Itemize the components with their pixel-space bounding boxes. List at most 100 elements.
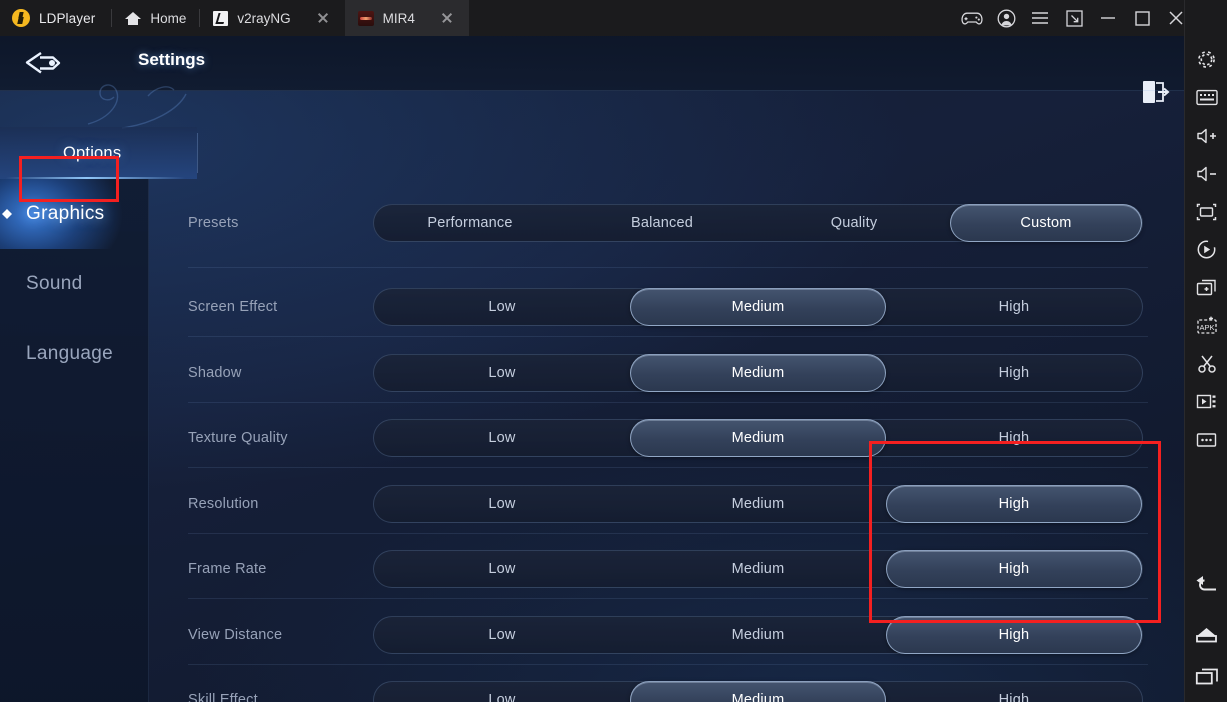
setting-row-screen-effect: Screen Effect Low Medium High	[149, 279, 1184, 335]
sidebar-item-graphics[interactable]: Graphics	[0, 179, 148, 249]
option-presets-performance[interactable]: Performance	[374, 205, 566, 241]
option-label: High	[998, 692, 1030, 702]
rotate-icon[interactable]	[1185, 228, 1227, 271]
svg-text:APK: APK	[1199, 323, 1214, 332]
segmented-control-frame-rate: Low Medium High	[373, 550, 1143, 588]
option-skill-effect-high[interactable]: High	[886, 682, 1142, 702]
home-icon	[125, 10, 142, 26]
option-resolution-high[interactable]: High	[885, 485, 1142, 523]
option-label: High	[998, 365, 1030, 381]
recents-icon[interactable]	[1185, 655, 1227, 698]
maximize-icon[interactable]	[1125, 0, 1159, 36]
resize-icon[interactable]	[1057, 0, 1091, 36]
option-view-distance-high[interactable]: High	[885, 616, 1142, 654]
segmented-control-presets: Performance Balanced Quality Custom	[373, 204, 1143, 242]
tab-home[interactable]: Home	[112, 0, 199, 36]
segmented-control-view-distance: Low Medium High	[373, 616, 1143, 654]
mir4-settings-logo-icon	[20, 47, 68, 79]
option-label: Medium	[731, 561, 785, 577]
option-presets-quality[interactable]: Quality	[758, 205, 950, 241]
option-label: Low	[488, 561, 516, 577]
graphics-settings-panel: Presets Performance Balanced Quality Cus…	[149, 179, 1184, 702]
row-separator	[188, 336, 1148, 337]
option-shadow-high[interactable]: High	[886, 355, 1142, 391]
setting-row-frame-rate: Frame Rate Low Medium High	[149, 541, 1184, 597]
setting-row-shadow: Shadow Low Medium High	[149, 345, 1184, 401]
option-label: High	[998, 627, 1030, 643]
tab-mir4-label: MIR4	[382, 10, 415, 26]
row-separator	[188, 598, 1148, 599]
tab-options-label: Options	[63, 143, 122, 162]
setting-row-presets: Presets Performance Balanced Quality Cus…	[149, 195, 1184, 251]
volume-down-icon[interactable]	[1185, 152, 1227, 195]
option-resolution-low[interactable]: Low	[374, 486, 630, 522]
option-label: Medium	[731, 430, 785, 446]
volume-up-icon[interactable]	[1185, 114, 1227, 157]
title-bar: LDPlayer Home v2rayNG MIR4	[0, 0, 1227, 36]
minimize-icon[interactable]	[1091, 0, 1125, 36]
ldplayer-logo-icon	[12, 9, 30, 27]
setting-label-presets: Presets	[188, 215, 239, 231]
setting-label-view-distance: View Distance	[188, 627, 283, 643]
setting-label-frame-rate: Frame Rate	[188, 561, 267, 577]
option-frame-rate-low[interactable]: Low	[374, 551, 630, 587]
tab-home-label: Home	[150, 10, 187, 26]
option-presets-custom[interactable]: Custom	[950, 204, 1142, 242]
option-view-distance-low[interactable]: Low	[374, 617, 630, 653]
sidebar-item-language[interactable]: Language	[0, 319, 148, 389]
option-texture-quality-medium[interactable]: Medium	[629, 419, 886, 457]
option-frame-rate-high[interactable]: High	[885, 550, 1142, 588]
option-label: Low	[488, 627, 516, 643]
setting-row-view-distance: View Distance Low Medium High	[149, 607, 1184, 663]
row-separator	[188, 267, 1148, 268]
setting-label-screen-effect: Screen Effect	[188, 299, 278, 315]
menu-icon[interactable]	[1023, 0, 1057, 36]
back-icon[interactable]	[1185, 562, 1227, 605]
tab-v2rayng[interactable]: v2rayNG	[200, 0, 344, 36]
install-apk-icon[interactable]: APK	[1185, 304, 1227, 347]
home-nav-icon[interactable]	[1185, 613, 1227, 656]
sidebar-item-sound[interactable]: Sound	[0, 249, 148, 319]
option-texture-quality-high[interactable]: High	[886, 420, 1142, 456]
option-skill-effect-medium[interactable]: Medium	[629, 681, 886, 702]
setting-row-texture-quality: Texture Quality Low Medium High	[149, 410, 1184, 466]
exit-door-icon[interactable]	[1140, 78, 1174, 110]
account-icon[interactable]	[989, 0, 1023, 36]
option-presets-balanced[interactable]: Balanced	[566, 205, 758, 241]
option-label: High	[998, 496, 1030, 512]
keyboard-icon[interactable]	[1185, 76, 1227, 119]
tab-mir4-close-icon[interactable]	[438, 9, 456, 27]
add-window-icon[interactable]	[1185, 266, 1227, 309]
gamepad-icon[interactable]	[955, 0, 989, 36]
sidebar-item-graphics-label: Graphics	[26, 203, 105, 224]
tabstrip-divider	[197, 133, 198, 173]
settings-header: Settings	[0, 36, 1184, 129]
option-skill-effect-low[interactable]: Low	[374, 682, 630, 702]
option-shadow-low[interactable]: Low	[374, 355, 630, 391]
tab-mir4[interactable]: MIR4	[344, 0, 469, 36]
option-view-distance-medium[interactable]: Medium	[630, 617, 886, 653]
scissors-icon[interactable]	[1185, 342, 1227, 385]
fullscreen-icon[interactable]	[1185, 190, 1227, 233]
setting-row-skill-effect: Skill Effect Low Medium High	[149, 672, 1184, 702]
option-label: Medium	[731, 496, 785, 512]
option-label: Medium	[731, 627, 785, 643]
option-screen-effect-low[interactable]: Low	[374, 289, 630, 325]
app-brand-label: LDPlayer	[39, 10, 96, 26]
tab-v2rayng-close-icon[interactable]	[314, 9, 332, 27]
game-viewport: Settings Options Graphics Sound Language…	[0, 36, 1184, 702]
setting-label-shadow: Shadow	[188, 365, 242, 381]
selected-arrow-icon	[0, 206, 16, 222]
option-frame-rate-medium[interactable]: Medium	[630, 551, 886, 587]
option-screen-effect-high[interactable]: High	[886, 289, 1142, 325]
option-screen-effect-medium[interactable]: Medium	[629, 288, 886, 326]
option-label: Low	[488, 299, 516, 315]
option-resolution-medium[interactable]: Medium	[630, 486, 886, 522]
option-shadow-medium[interactable]: Medium	[629, 354, 886, 392]
tab-options[interactable]: Options	[0, 127, 197, 179]
settings-gear-icon[interactable]	[1185, 38, 1227, 81]
option-label: High	[998, 430, 1030, 446]
option-texture-quality-low[interactable]: Low	[374, 420, 630, 456]
more-options-icon[interactable]	[1185, 418, 1227, 461]
video-record-icon[interactable]	[1185, 380, 1227, 423]
